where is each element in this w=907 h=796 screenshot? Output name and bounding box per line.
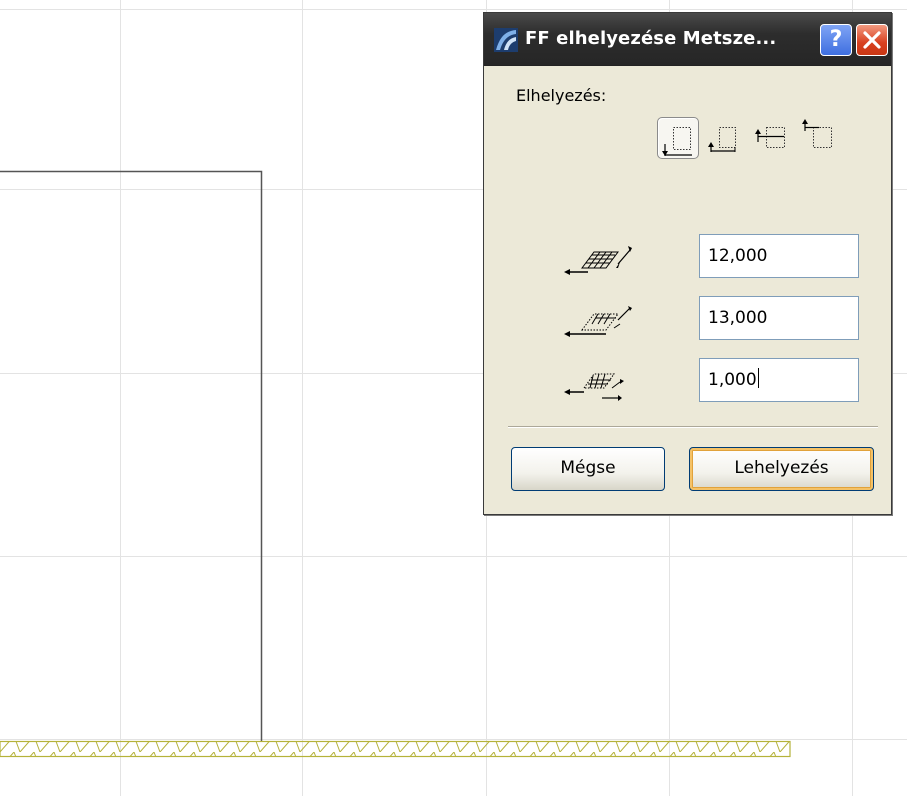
anchor-bottom-left-option[interactable] [657, 117, 699, 159]
anchor-center-option[interactable] [752, 117, 794, 159]
spacing-field[interactable]: 1,000 [699, 358, 859, 402]
spacing-field-value: 1,000 [708, 370, 757, 390]
depth-field[interactable]: 13,000 [699, 296, 859, 340]
anchor-bottom-outside-icon [708, 127, 736, 152]
anchor-bottom-left-outside-option[interactable] [705, 117, 747, 159]
anchor-top-left-icon [802, 119, 832, 148]
dialog-body: Elhelyezés: 12,000 13,000 1,000 Mégse Le… [484, 66, 891, 514]
width-field[interactable]: 12,000 [699, 234, 859, 278]
dialog-titlebar[interactable]: FF elhelyezése Metsze... ? [484, 13, 891, 66]
grid-width-icon [564, 246, 632, 275]
slab-hatch [0, 740, 791, 758]
close-icon [863, 31, 881, 49]
anchor-bottom-left-icon [662, 127, 692, 156]
help-button[interactable]: ? [820, 24, 852, 56]
close-button[interactable] [856, 24, 888, 56]
wall-outline [0, 170, 263, 742]
dialog-separator [508, 426, 878, 428]
archicad-icon [494, 28, 518, 52]
anchor-top-left-option[interactable] [799, 117, 841, 159]
anchor-center-icon [755, 127, 785, 148]
cancel-button[interactable]: Mégse [511, 447, 665, 491]
placement-label: Elhelyezés: [516, 86, 607, 105]
text-caret [757, 368, 759, 388]
placement-dialog: FF elhelyezése Metsze... ? Elhelyezés: 1… [483, 12, 892, 515]
dialog-title: FF elhelyezése Metsze... [525, 28, 777, 49]
grid-spacing-icon [564, 373, 624, 401]
place-button[interactable]: Lehelyezés [689, 447, 874, 491]
grid-depth-icon [564, 306, 632, 337]
